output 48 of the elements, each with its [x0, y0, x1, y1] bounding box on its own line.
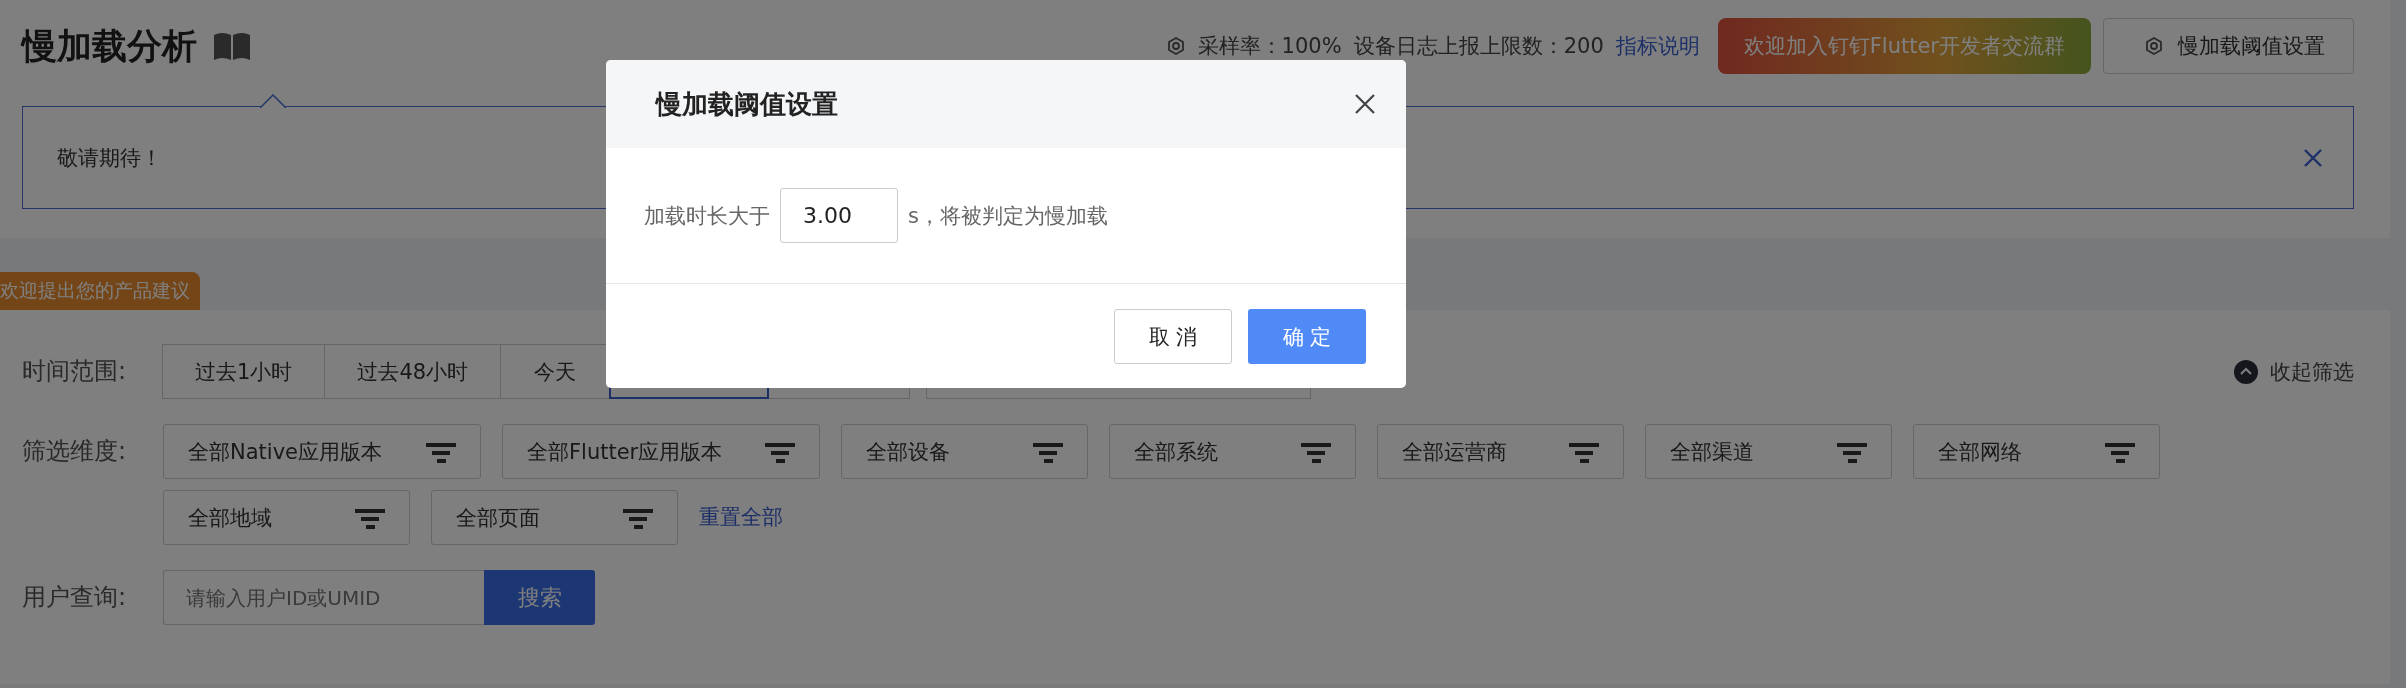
collapse-link[interactable]: 收起筛选: [2270, 357, 2354, 386]
reset-link[interactable]: 重置全部: [699, 490, 783, 545]
filter-icon: [1569, 440, 1599, 463]
notice-text: 敬请期待！: [57, 144, 162, 172]
filter-icon: [1301, 440, 1331, 463]
join-group-button[interactable]: 欢迎加入钉钉Flutter开发者交流群: [1717, 18, 2091, 74]
filter-dropdown[interactable]: 全部网络: [1913, 424, 2160, 479]
filter-dropdown[interactable]: 全部系统: [1109, 424, 1356, 479]
threshold-field[interactable]: 3.00: [780, 188, 898, 243]
filter-dropdown[interactable]: 全部Native应用版本: [163, 424, 481, 479]
field-label: 筛选维度:: [22, 436, 128, 467]
cancel-button[interactable]: 取 消: [1114, 309, 1232, 364]
settings-icon: [1165, 36, 1186, 56]
page-title: 慢加载分析: [22, 24, 197, 68]
sampling-rate: 采样率：100%: [1197, 33, 1342, 60]
unit-text: s，将被判定为慢加载: [908, 202, 1108, 230]
collapse-icon: [2234, 359, 2258, 384]
filter-icon: [1033, 440, 1063, 463]
book-icon: [213, 31, 251, 61]
filter-icon: [2105, 440, 2135, 463]
filter-dropdown[interactable]: 全部渠道: [1645, 424, 1892, 479]
time-range-tab[interactable]: 过去1小时: [162, 344, 326, 399]
filter-dropdown[interactable]: 全部页面: [431, 490, 678, 545]
filter-icon: [623, 506, 653, 529]
dialog-title: 慢加载阈值设置: [656, 87, 838, 121]
search-button[interactable]: 搜索: [484, 570, 595, 625]
threshold-button[interactable]: 慢加载阈值设置: [2103, 18, 2354, 74]
confirm-button[interactable]: 确 定: [1248, 309, 1366, 364]
time-range-tab[interactable]: 过去48小时: [324, 344, 502, 399]
filter-icon: [765, 440, 795, 463]
metric-link[interactable]: 指标说明: [1615, 32, 1700, 60]
filter-icon: [1837, 440, 1867, 463]
filter-dropdown[interactable]: 全部设备: [841, 424, 1088, 479]
filter-icon: [426, 440, 456, 463]
log-limit: 设备日志上报上限数：200: [1353, 33, 1604, 60]
close-icon: [1354, 93, 1376, 115]
user-search-field[interactable]: 请输入用户ID或UMID: [163, 570, 484, 625]
filter-dropdown[interactable]: 全部地域: [163, 490, 410, 545]
close-icon: [2303, 147, 2323, 168]
filter-dropdown[interactable]: 全部Flutter应用版本: [502, 424, 820, 479]
field-label: 时间范围:: [22, 356, 128, 387]
filter-dropdown[interactable]: 全部运营商: [1377, 424, 1624, 479]
time-range-tab[interactable]: 今天: [500, 344, 611, 399]
field-label: 加载时长大于: [644, 202, 770, 230]
settings-icon: [2144, 36, 2164, 56]
field-label: 用户查询:: [22, 582, 128, 613]
close-button[interactable]: [1354, 93, 1376, 115]
filter-icon: [355, 506, 385, 529]
